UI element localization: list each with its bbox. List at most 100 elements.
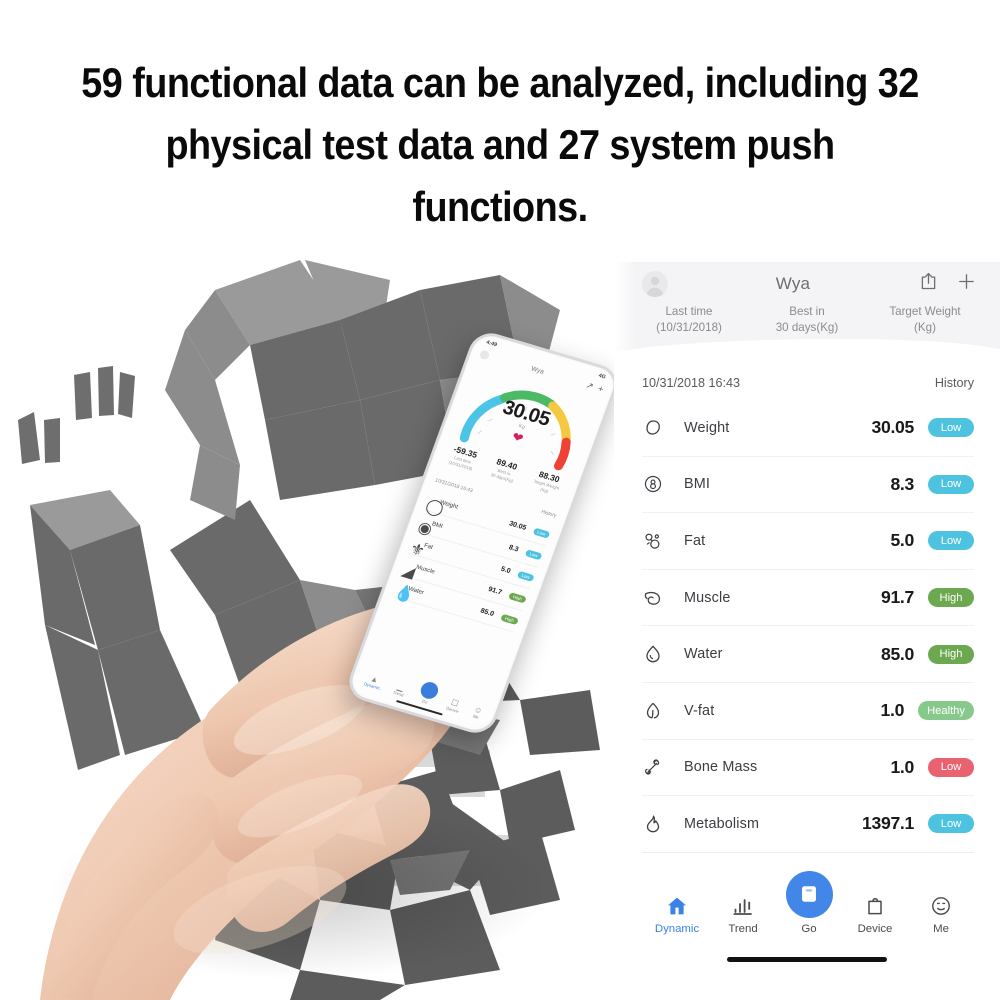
status-badge: Low: [928, 418, 974, 438]
device-icon: [842, 892, 908, 918]
phone-status-time: 4:49: [485, 339, 498, 349]
table-row[interactable]: Metabolism 1397.1 Low: [642, 796, 974, 853]
phone-nav-trend[interactable]: ▁ Trend: [392, 681, 407, 698]
status-badge: High: [928, 588, 974, 608]
phone-meta-history[interactable]: History: [540, 509, 557, 519]
share-icon[interactable]: [918, 271, 939, 297]
scale-icon: [785, 870, 833, 918]
row-value: 30.05: [871, 417, 914, 438]
table-row[interactable]: V-fat 1.0 Healthy: [642, 683, 974, 740]
row-label: Water: [684, 646, 723, 663]
row-label: V-fat: [684, 702, 715, 719]
row-label: BMI: [684, 476, 711, 493]
fat-cell-icon: [642, 530, 664, 552]
app-header: Wya Last time (10/31/2018) Best in 30 da…: [614, 262, 1000, 359]
table-row[interactable]: Water 85.0 High: [642, 626, 974, 683]
bottom-navigation: Dynamic Trend Go Device Me: [614, 853, 1000, 935]
nav-label: Me: [933, 922, 949, 935]
phone-plus-icon[interactable]: +: [597, 383, 605, 394]
weight-scale-icon: [642, 417, 664, 439]
home-icon: [644, 892, 710, 918]
bmi-icon: ◉: [415, 518, 435, 539]
page-title: Wya: [775, 274, 811, 293]
table-row[interactable]: Bone Mass 1.0 Low: [642, 740, 974, 797]
home-indicator: [727, 956, 887, 962]
phone-nav-device[interactable]: ☐ Device: [445, 697, 462, 714]
scale-icon: [417, 679, 441, 701]
phone-share-icon[interactable]: ↗: [584, 380, 595, 392]
chart-bar-icon: [710, 892, 776, 918]
phone-avatar-icon[interactable]: [478, 349, 491, 361]
phone-nav-go[interactable]: Go: [416, 679, 441, 706]
app-header-top: Wya: [614, 262, 1000, 298]
status-badge: Healthy: [918, 701, 974, 721]
row-value: 1397.1: [861, 813, 914, 834]
status-badge: Low: [928, 474, 974, 494]
column-line-2: (10/31/2018): [656, 320, 722, 334]
column-line-1: Last time: [665, 305, 713, 318]
phone-nav-dynamic[interactable]: ▲ Dynamic: [363, 673, 383, 691]
phone-row-value: 30.05: [508, 519, 528, 532]
history-link[interactable]: History: [935, 376, 974, 390]
row-label: Metabolism: [684, 815, 760, 832]
water-drop-icon: 💧: [391, 583, 417, 606]
person-avatar-icon[interactable]: [642, 271, 668, 297]
row-value: 85.0: [880, 643, 914, 664]
nav-item-device[interactable]: Device: [842, 892, 908, 935]
phone-nav-label: Me: [472, 713, 480, 720]
status-badge: Low: [532, 527, 551, 539]
column-line-2: 30 days(Kg): [775, 320, 839, 334]
weight-scale-icon: ◯: [423, 497, 447, 519]
bone-icon: [642, 756, 664, 778]
nav-item-go[interactable]: Go: [776, 870, 842, 935]
phone-row-value: 5.0: [499, 565, 512, 575]
phone-row-value: 91.7: [487, 585, 503, 596]
status-badge: High: [928, 644, 974, 664]
row-value: 91.7: [880, 587, 914, 608]
nav-item-trend[interactable]: Trend: [710, 892, 776, 935]
smiley-icon: [908, 892, 974, 918]
row-value: 8.3: [890, 473, 914, 494]
phone-row-value: 85.0: [479, 607, 496, 618]
status-badge: High: [508, 591, 527, 604]
table-row[interactable]: BMI 8.3 Low: [642, 457, 974, 514]
hero-photo-composition: 4:49 4G Wya ↗ + 30.05 Kg ❤ -59.35 Last t…: [0, 250, 640, 1000]
bmi-icon: [642, 473, 664, 495]
status-badge: Low: [928, 814, 974, 834]
column-line-1: Best in: [789, 305, 825, 318]
nav-item-me[interactable]: Me: [908, 892, 974, 935]
status-badge: High: [500, 613, 520, 625]
phone-row-value: 8.3: [507, 543, 520, 554]
column-last-time: Last time (10/31/2018): [630, 304, 748, 336]
feature-page: 59 functional data can be analyzed, incl…: [0, 0, 1000, 1000]
table-row[interactable]: Fat 5.0 Low: [642, 513, 974, 570]
row-label: Bone Mass: [684, 759, 758, 776]
nav-item-dynamic[interactable]: Dynamic: [644, 892, 710, 935]
table-row[interactable]: Muscle 91.7 High: [642, 570, 974, 627]
row-value: 5.0: [890, 530, 914, 551]
table-row[interactable]: Weight 30.05 Low: [642, 400, 974, 457]
nav-label: Trend: [728, 922, 758, 935]
flame-icon: [642, 813, 664, 835]
status-badge: Low: [928, 757, 974, 777]
metrics-list: Weight 30.05 Low BMI 8.3 Low Fat 5.0 Low…: [614, 400, 1000, 853]
column-target-weight: Target Weight (Kg): [866, 304, 984, 336]
phone-profile-title: Wya: [529, 365, 545, 376]
row-value: 1.0: [890, 756, 914, 777]
fat-cell-icon: ⚜: [407, 540, 428, 561]
app-header-columns: Last time (10/31/2018) Best in 30 days(K…: [614, 298, 1000, 336]
column-best-30-days: Best in 30 days(Kg): [748, 304, 866, 336]
plus-icon[interactable]: [955, 270, 978, 298]
water-drop-icon: [642, 643, 664, 665]
app-screenshot-panel: Wya Last time (10/31/2018) Best in 30 da…: [614, 262, 1000, 1000]
row-label: Muscle: [684, 589, 731, 606]
status-badge: Low: [516, 570, 535, 582]
phone-nav-me[interactable]: ☺ Me: [471, 705, 484, 720]
status-badge: Low: [928, 531, 974, 551]
page-headline: 59 functional data can be analyzed, incl…: [81, 59, 919, 231]
muscle-arm-icon: [642, 587, 664, 609]
avatar-glyph: [646, 276, 664, 297]
column-line-1: Target Weight: [889, 305, 961, 318]
status-badge: Low: [524, 548, 543, 560]
phone-nav-label: Go: [421, 698, 429, 705]
